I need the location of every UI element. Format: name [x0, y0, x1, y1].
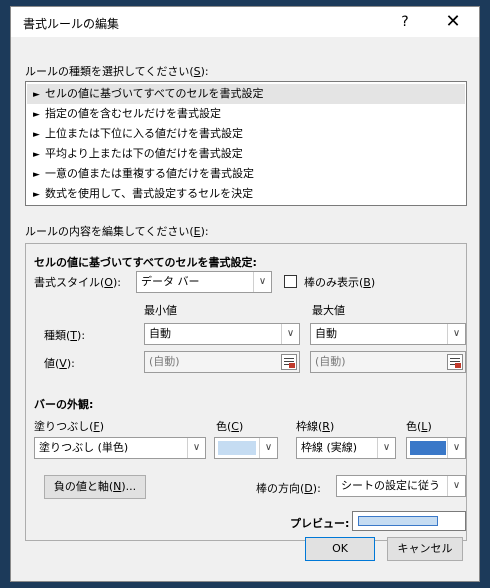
- bar-only-label: 棒のみ表示(B): [304, 276, 376, 289]
- format-style-select[interactable]: データ バー ∨: [136, 271, 272, 293]
- dialog-title: 書式ルールの編集: [23, 17, 120, 31]
- border-label: 枠線(R): [296, 420, 335, 433]
- arrow-right-icon: ►: [33, 170, 40, 180]
- chevron-down-icon: ∨: [447, 324, 465, 344]
- negative-value-axis-button[interactable]: 負の値と軸(N)...: [44, 475, 146, 499]
- bar-appearance-heading: バーの外観:: [34, 398, 94, 411]
- chevron-down-icon: ∨: [187, 438, 205, 458]
- cancel-button[interactable]: キャンセル: [387, 537, 463, 561]
- max-heading: 最大値: [312, 304, 345, 317]
- rule-heading: セルの値に基づいてすべてのセルを書式設定:: [34, 256, 257, 269]
- chevron-down-icon: ∨: [259, 438, 277, 458]
- close-button[interactable]: ✕: [439, 11, 467, 33]
- rule-item-top-bottom[interactable]: ► 上位または下位に入る値だけを書式設定: [27, 124, 465, 144]
- chevron-down-icon: ∨: [447, 438, 465, 458]
- bar-only-checkbox[interactable]: [284, 275, 297, 288]
- preview-box: [352, 511, 466, 531]
- preview-label: プレビュー:: [290, 517, 350, 530]
- bar-direction-select[interactable]: シートの設定に従う ∨: [336, 475, 466, 497]
- border-color-label: 色(L): [406, 420, 432, 433]
- fill-color-picker[interactable]: ∨: [214, 437, 278, 459]
- border-color-picker[interactable]: ∨: [406, 437, 466, 459]
- fill-color-label: 色(C): [216, 420, 244, 433]
- chevron-down-icon: ∨: [281, 324, 299, 344]
- arrow-right-icon: ►: [33, 110, 40, 120]
- rule-item-cell-values[interactable]: ► セルの値に基づいてすべてのセルを書式設定: [27, 84, 465, 104]
- min-type-select[interactable]: 自動 ∨: [144, 323, 300, 345]
- max-type-select[interactable]: 自動 ∨: [310, 323, 466, 345]
- fill-type-select[interactable]: 塗りつぶし (単色) ∨: [34, 437, 206, 459]
- format-style-label: 書式スタイル(O):: [34, 276, 121, 289]
- edit-format-rule-dialog: 書式ルールの編集 ? ✕ ルールの種類を選択してください(S): ► セルの値に基…: [10, 6, 480, 582]
- min-heading: 最小値: [144, 304, 177, 317]
- bar-direction-label: 棒の方向(D):: [256, 482, 321, 495]
- border-color-swatch: [410, 441, 446, 455]
- rule-type-list[interactable]: ► セルの値に基づいてすべてのセルを書式設定 ► 指定の値を含むセルだけを書式設定 …: [25, 81, 467, 206]
- fill-color-swatch: [218, 441, 256, 455]
- title-bar: 書式ルールの編集 ? ✕: [11, 7, 479, 37]
- preview-bar: [358, 516, 438, 526]
- rule-item-contains[interactable]: ► 指定の値を含むセルだけを書式設定: [27, 104, 465, 124]
- rule-item-unique-duplicate[interactable]: ► 一意の値または重複する値だけを書式設定: [27, 164, 465, 184]
- chevron-down-icon: ∨: [447, 476, 465, 496]
- arrow-right-icon: ►: [33, 150, 40, 160]
- edit-rule-label: ルールの内容を編集してください(E):: [25, 225, 209, 238]
- value-label: 値(V):: [44, 357, 75, 370]
- type-label: 種類(T):: [44, 329, 86, 342]
- range-select-icon[interactable]: [447, 354, 463, 370]
- range-select-icon[interactable]: [281, 354, 297, 370]
- chevron-down-icon: ∨: [377, 438, 395, 458]
- rule-item-above-below-average[interactable]: ► 平均より上または下の値だけを書式設定: [27, 144, 465, 164]
- rule-item-formula[interactable]: ► 数式を使用して、書式設定するセルを決定: [27, 184, 465, 204]
- arrow-right-icon: ►: [33, 130, 40, 140]
- ok-button[interactable]: OK: [305, 537, 375, 561]
- help-button[interactable]: ?: [391, 11, 419, 33]
- border-type-select[interactable]: 枠線 (実線) ∨: [296, 437, 396, 459]
- chevron-down-icon: ∨: [253, 272, 271, 292]
- arrow-right-icon: ►: [33, 90, 40, 100]
- arrow-right-icon: ►: [33, 190, 40, 200]
- max-value-input[interactable]: (自動): [310, 351, 466, 373]
- fill-label: 塗りつぶし(F): [34, 420, 105, 433]
- min-value-input[interactable]: (自動): [144, 351, 300, 373]
- rule-description-box: セルの値に基づいてすべてのセルを書式設定: 書式スタイル(O): データ バー …: [25, 243, 467, 541]
- rule-type-label: ルールの種類を選択してください(S):: [25, 65, 209, 78]
